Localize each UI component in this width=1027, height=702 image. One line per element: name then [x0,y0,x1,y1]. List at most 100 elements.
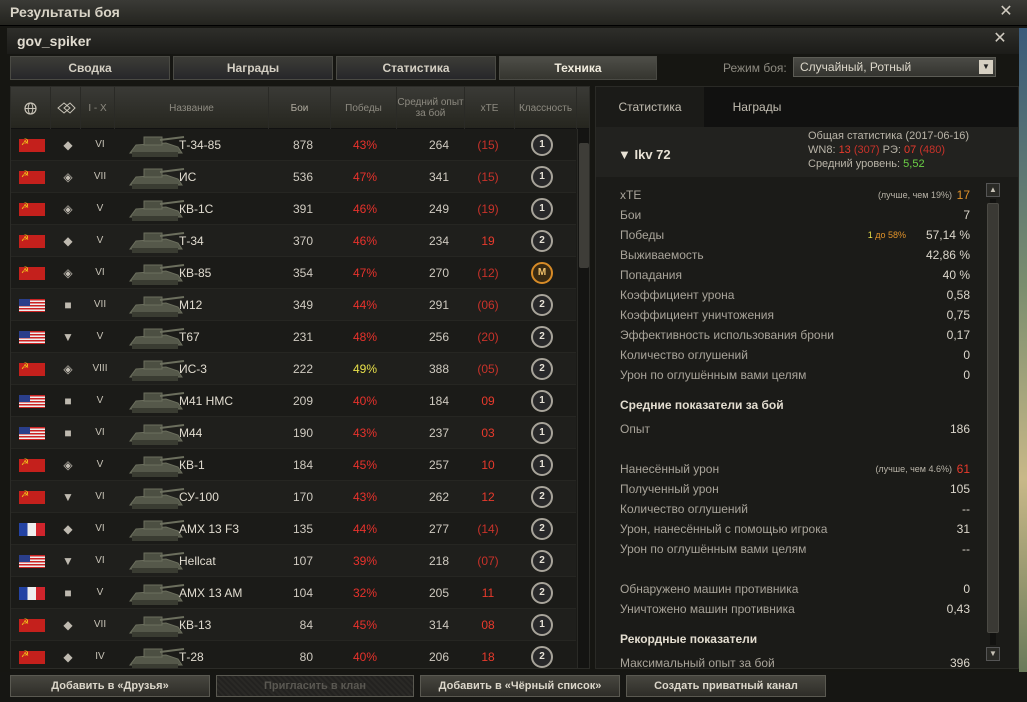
battle-mode-select[interactable]: Случайный, Ротный ▼ [793,57,996,77]
table-row[interactable]: ◆ VII КВ-13 84 45% 314 08 1 [11,609,576,641]
table-row[interactable]: ◆ IV Т-28 80 40% 206 18 2 [11,641,576,668]
tab-awards[interactable]: Награды [173,56,333,80]
stat-row: Количество оглушений -- [620,499,970,519]
table-row[interactable]: ◆ VI AMX 13 F3 135 44% 277 (14) 2 [11,513,576,545]
header-avg-exp[interactable]: Средний опыт за бой [397,87,465,129]
wins-cell: 47% [352,266,377,280]
tab-vehicles[interactable]: Техника [499,56,657,80]
tank-icon [129,200,185,221]
tier-cell: VIII [92,363,108,374]
header-battles[interactable]: Бои [269,87,331,129]
table-row[interactable]: ◈ VIII ИС-3 222 49% 388 (05) 2 [11,353,576,385]
window-title: Результаты боя [10,4,120,20]
stat-value: 105 [949,482,970,496]
flag-usa-icon [19,555,45,568]
table-row[interactable]: ▼ VI Hellcat 107 39% 218 (07) 2 [11,545,576,577]
stat-label: xTE [620,188,642,202]
scroll-down-icon[interactable]: ▼ [986,647,1000,661]
header-tier[interactable]: I - X [81,87,115,129]
table-row[interactable]: ■ VII M12 349 44% 291 (06) 2 [11,289,576,321]
mastery-badge-icon: 2 [531,486,553,508]
header-xte[interactable]: xTE [465,87,515,129]
stat-row: Урон, нанесённый с помощью игрока 31 [620,519,970,539]
wins-cell: 43% [352,490,377,504]
vehicle-title[interactable]: ▼ Ikv 72 [618,147,671,162]
stats-scrollbar[interactable]: ▲ ▼ [986,183,1000,661]
battles-cell: 190 [292,426,313,440]
tank-icon [129,232,185,253]
flag-ussr-icon [19,136,45,152]
table-scroll-thumb[interactable] [579,143,589,268]
table-row[interactable]: ◆ VI Т-34-85 878 43% 264 (15) 1 [11,129,576,161]
tier-cell: VI [95,523,105,534]
table-header: I - X Название Бои Победы Средний опыт з… [11,87,589,129]
tier-cell: VII [93,299,107,310]
wins-cell: 45% [352,618,377,632]
battles-cell: 536 [292,170,313,184]
stat-row: Урон по оглушённым вами целям 0 [620,365,970,385]
header-type[interactable] [51,87,81,129]
chevron-down-icon[interactable]: ▼ [979,60,993,74]
table-row[interactable]: ◈ VII ИС 536 47% 341 (15) 1 [11,161,576,193]
tab-vehicle-statistics[interactable]: Статистика [596,87,704,127]
table-row[interactable]: ◈ V КВ-1 184 45% 257 10 1 [11,449,576,481]
tank-icon [129,296,185,317]
vehicle-type-icon: ■ [64,298,72,312]
xte-cell: (20) [477,330,499,344]
header-wins[interactable]: Победы [331,87,397,129]
stat-label: Опыт [620,422,650,436]
table-row[interactable]: ■ V AMX 13 AM 104 32% 205 11 2 [11,577,576,609]
stat-value: 40 % [942,268,970,282]
battles-cell: 184 [292,458,313,472]
table-row[interactable]: ▼ VI СУ-100 170 43% 262 12 2 [11,481,576,513]
vehicle-type-icon: ◈ [63,362,73,376]
tab-summary[interactable]: Сводка [10,56,170,80]
tab-vehicle-awards[interactable]: Награды [704,87,810,127]
table-row[interactable]: ▼ V T67 231 48% 256 (20) 2 [11,321,576,353]
wins-cell: 46% [352,234,377,248]
vehicle-type-icon: ▼ [62,490,74,504]
re-bracket: (480) [919,144,945,156]
battles-cell: 80 [299,650,313,664]
stat-label: Уничтожено машин противника [620,602,795,616]
flag-ussr-icon [19,264,45,280]
vehicle-type-icon: ◈ [63,170,73,184]
tier-cell: VI [95,555,105,566]
header-mastery[interactable]: Классность [515,87,577,129]
stat-row: Обнаружено машин противника 0 [620,579,970,599]
general-stats-date: Общая статистика (2017-06-16) [808,130,970,142]
table-row[interactable]: ■ VI M44 190 43% 237 03 1 [11,417,576,449]
table-row[interactable]: ◈ VI КВ-85 354 47% 270 (12) M [11,257,576,289]
invite-clan-button[interactable]: Пригласить в клан [216,675,414,697]
wins-cell: 43% [352,426,377,440]
vehicle-name-cell: Т-34 [179,234,204,248]
table-row[interactable]: ◆ V Т-34 370 46% 234 19 2 [11,225,576,257]
private-channel-button[interactable]: Создать приватный канал [626,675,826,697]
player-name: gov_spiker [17,33,91,49]
scroll-up-icon[interactable]: ▲ [986,183,1000,197]
wins-cell: 32% [352,586,377,600]
vehicle-name-cell: КВ-13 [179,618,212,632]
header-name[interactable]: Название [115,87,269,129]
stat-value: 186 [949,422,970,436]
stat-value: 57,14 % [925,228,970,242]
tier-cell: V [96,235,104,246]
tier-cell: V [96,203,104,214]
add-friend-button[interactable]: Добавить в «Друзья» [10,675,210,697]
header-nation[interactable] [11,87,51,129]
stat-row: Уничтожено машин противника 0,43 [620,599,970,619]
xte-cell: 09 [481,394,495,408]
wn8-value: 13 [838,144,851,156]
stats-scroll-thumb[interactable] [987,203,999,633]
stat-value: 17 [956,188,970,202]
close-player-icon[interactable]: ✕ [992,31,1008,47]
add-blacklist-button[interactable]: Добавить в «Чёрный список» [420,675,620,697]
tank-icon [129,552,185,573]
tank-icon [129,584,185,605]
stat-row: Победы 1 до 58% 57,14 % [620,225,970,245]
tab-statistics[interactable]: Статистика [336,56,496,80]
stat-label: Средние показатели за бой [620,398,784,412]
table-row[interactable]: ◈ V КВ-1С 391 46% 249 (19) 1 [11,193,576,225]
table-row[interactable]: ■ V M41 HMC 209 40% 184 09 1 [11,385,576,417]
close-icon[interactable]: ✕ [998,4,1014,20]
